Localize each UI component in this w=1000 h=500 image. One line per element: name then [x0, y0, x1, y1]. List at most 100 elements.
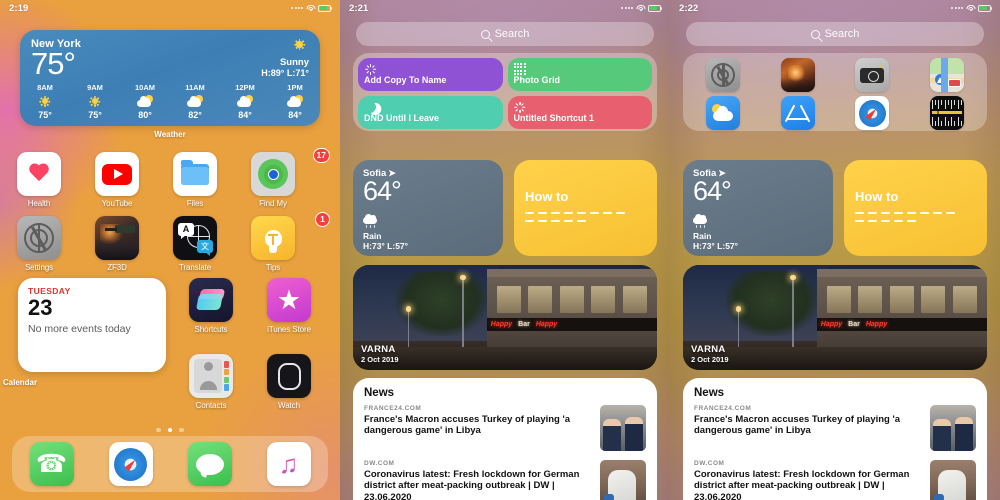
signal-icon: [291, 7, 303, 9]
hour-cell: 11AM 82°: [172, 83, 218, 120]
hour-temp: 84°: [238, 110, 252, 120]
app-store-icon[interactable]: [780, 96, 815, 130]
note-widget[interactable]: How to: [844, 160, 987, 256]
news-thumbnail: [600, 460, 646, 500]
hour-cell: 12PM 84°: [222, 83, 268, 120]
partly-cloudy-icon: [222, 93, 268, 109]
news-item[interactable]: FRANCE24.COM France's Macron accuses Tur…: [364, 405, 646, 451]
app-icon-itunes-store[interactable]: ★ iTunes Store: [250, 278, 328, 334]
calendar-widget-label: Calendar: [2, 378, 38, 387]
hour-temp: 82°: [188, 110, 202, 120]
safari-icon[interactable]: [108, 442, 153, 486]
signal-icon: [951, 7, 963, 9]
news-thumbnail: [930, 460, 976, 500]
shortcut-tile[interactable]: Add Copy To Name: [358, 58, 503, 91]
hour-temp: 80°: [138, 110, 152, 120]
weather-condition: Rain: [363, 231, 382, 241]
app-grid-right: Shortcuts ★ iTunes Store Contacts Watch: [172, 278, 328, 410]
app-icon-shortcuts[interactable]: Shortcuts: [172, 278, 250, 334]
page-dots[interactable]: [0, 427, 340, 432]
screenshot-stage: 2:19 New York 75° Sunny H:89° L:71° 8AM: [0, 0, 1000, 500]
settings-icon[interactable]: [706, 58, 741, 92]
app-icon-find-my[interactable]: Find My: [234, 152, 312, 208]
app-label: iTunes Store: [267, 325, 311, 334]
search-input[interactable]: Search: [356, 22, 654, 46]
news-item[interactable]: DW.COM Coronavirus latest: Fresh lockdow…: [694, 460, 976, 500]
sparkle-icon: [364, 63, 377, 76]
photo-caption: VARNA 2 Oct 2019: [691, 344, 729, 364]
measure-icon[interactable]: [929, 96, 964, 130]
shortcut-label: Add Copy To Name: [364, 75, 447, 85]
app-icon-watch[interactable]: Watch: [250, 354, 328, 410]
news-widget[interactable]: News FRANCE24.COM France's Macron accuse…: [683, 378, 987, 500]
news-headline: France's Macron accuses Turkey of playin…: [364, 414, 571, 437]
note-placeholder-lines: [855, 211, 976, 228]
partly-cloudy-icon: [272, 93, 318, 109]
calendar-date: 23: [28, 295, 53, 320]
app-icon-health[interactable]: Health: [0, 152, 78, 208]
photo-streetlamp: [790, 274, 796, 352]
weather-icon[interactable]: [706, 96, 741, 130]
contacts-icon: [189, 354, 233, 398]
status-bar: 2:21: [340, 0, 670, 16]
app-icon-translate[interactable]: A文 Translate: [156, 216, 234, 272]
photo-title: VARNA: [691, 344, 726, 355]
camera-icon[interactable]: [855, 58, 890, 92]
music-icon[interactable]: ♫: [266, 442, 311, 486]
shortcut-tile[interactable]: Untitled Shortcut 1: [507, 95, 652, 129]
weather-widget[interactable]: New York 75° Sunny H:89° L:71° 8AM 75° 9…: [20, 30, 320, 126]
photo-neon-signs: Happy Bar Happy: [816, 318, 987, 332]
game-icon[interactable]: [780, 58, 815, 92]
news-headline: France's Macron accuses Turkey of playin…: [694, 414, 901, 437]
photos-widget[interactable]: Happy Bar Happy VARNA 2 Oct 2019: [353, 265, 657, 370]
photo-neon-signs: Happy Bar Happy: [486, 318, 657, 332]
search-input[interactable]: Search: [686, 22, 984, 46]
app-icon-files[interactable]: Files: [156, 152, 234, 208]
photo-streetlamp: [406, 306, 411, 347]
shortcuts-widget[interactable]: Add Copy To Name Photo Grid DND Until I …: [353, 53, 657, 131]
note-placeholder-lines: [525, 211, 646, 228]
app-label: Watch: [278, 401, 300, 410]
phone-icon[interactable]: ☎: [29, 442, 74, 486]
messages-icon[interactable]: [187, 442, 232, 486]
shortcut-label: Photo Grid: [513, 75, 561, 85]
calendar-widget[interactable]: TUESDAY 23 No more events today: [18, 278, 166, 372]
weather-widget[interactable]: Sofia ➤ 64° Rain H:73° L:57°: [353, 160, 503, 256]
maps-icon[interactable]: [929, 58, 964, 92]
wifi-icon: [636, 4, 645, 12]
safari-icon[interactable]: [855, 96, 890, 130]
shortcut-tile[interactable]: DND Until I Leave: [358, 95, 503, 129]
photo-tree: [395, 271, 487, 337]
settings-icon: [17, 216, 61, 260]
app-label: YouTube: [101, 199, 133, 208]
sparkle-icon: [514, 101, 527, 114]
news-item[interactable]: FRANCE24.COM France's Macron accuses Tur…: [694, 405, 976, 451]
hour-label: 10AM: [134, 83, 155, 92]
weather-widget-label: Weather: [154, 130, 186, 139]
app-icon-settings[interactable]: 1 Settings: [0, 212, 330, 272]
weather-condition: Sunny: [279, 57, 309, 68]
neon-text: Bar: [518, 321, 530, 329]
siri-suggestions-widget[interactable]: [683, 53, 987, 131]
app-label: Files: [186, 199, 204, 208]
app-icon-youtube[interactable]: 17 YouTube: [78, 148, 330, 208]
photos-widget[interactable]: Happy Bar Happy VARNA 2 Oct 2019: [683, 265, 987, 370]
app-icon-tips[interactable]: Tips: [234, 216, 312, 272]
note-widget[interactable]: How to: [514, 160, 657, 256]
shortcut-label: Untitled Shortcut 1: [513, 112, 595, 123]
app-icon-zf3d[interactable]: ZF3D: [78, 216, 156, 272]
app-label: Contacts: [195, 401, 227, 410]
search-placeholder: Search: [824, 28, 860, 40]
weather-condition-block: Sunny H:89° L:71°: [261, 57, 309, 78]
status-time: 2:22: [679, 2, 699, 14]
watch-icon: [267, 354, 311, 398]
app-icon-contacts[interactable]: Contacts: [172, 354, 250, 410]
news-item[interactable]: DW.COM Coronavirus latest: Fresh lockdow…: [364, 460, 646, 500]
news-widget[interactable]: News FRANCE24.COM France's Macron accuse…: [353, 378, 657, 500]
search-icon: [480, 29, 490, 39]
weather-condition: Rain: [693, 231, 712, 241]
app-label: Health: [27, 199, 51, 208]
shortcut-tile[interactable]: Photo Grid: [507, 58, 652, 91]
weather-widget[interactable]: Sofia ➤ 64° Rain H:73° L:57°: [683, 160, 833, 256]
news-header: News: [694, 387, 725, 399]
